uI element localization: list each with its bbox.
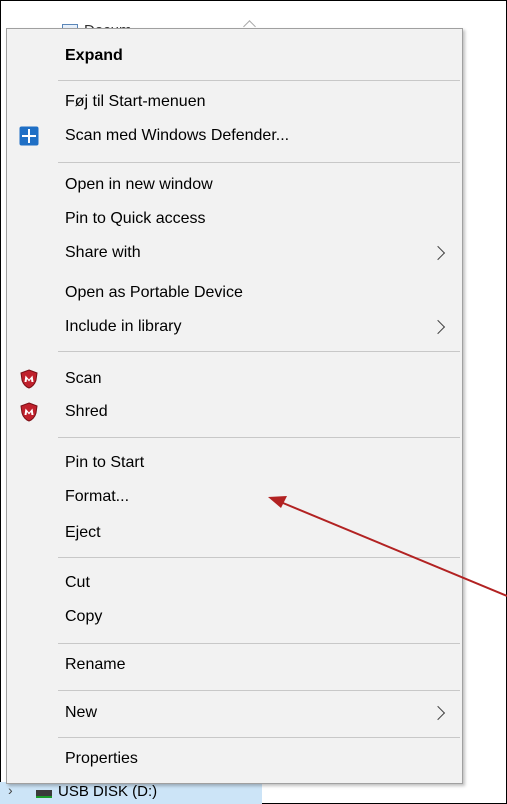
menu-item-copy[interactable]: Copy [8,601,461,635]
menu-item-format[interactable]: Format... [8,481,461,515]
menu-item-scan-defender-label: Scan med Windows Defender... [65,127,290,144]
menu-item-eject[interactable]: Eject [8,517,461,551]
menu-item-rename-label: Rename [65,656,126,673]
menu-item-pin-quick-access[interactable]: Pin to Quick access [8,203,461,237]
submenu-chevron-icon [430,245,446,261]
menu-item-pin-to-start[interactable]: Pin to Start [8,447,461,481]
menu-item-include-library-label: Include in library [65,318,182,335]
menu-item-rename[interactable]: Rename [8,649,461,683]
menu-separator [58,557,460,558]
menu-item-eject-label: Eject [65,524,101,541]
menu-item-scan[interactable]: Scan [8,363,461,397]
menu-item-open-portable[interactable]: Open as Portable Device [8,277,461,311]
menu-item-open-portable-label: Open as Portable Device [65,284,243,301]
menu-separator [58,351,460,352]
menu-item-properties[interactable]: Properties [8,743,461,777]
menu-item-open-new-window[interactable]: Open in new window [8,169,461,203]
menu-item-shred-label: Shred [65,403,108,420]
menu-item-open-new-window-label: Open in new window [65,176,213,193]
menu-item-properties-label: Properties [65,750,138,767]
nav-item-usb-disk[interactable]: › USB DISK (D:) [0,782,262,804]
menu-item-scan-defender[interactable]: Scan med Windows Defender... [8,120,461,154]
menu-item-cut[interactable]: Cut [8,567,461,601]
menu-item-expand[interactable]: Expand [8,40,461,74]
menu-item-new[interactable]: New [8,697,461,731]
usb-drive-icon [36,790,52,798]
menu-item-share-with[interactable]: Share with [8,237,461,271]
menu-item-new-label: New [65,704,98,721]
menu-item-format-label: Format... [65,488,130,505]
nav-item-usb-disk-label: USB DISK (D:) [58,783,158,800]
submenu-chevron-icon [430,705,446,721]
menu-item-copy-label: Copy [65,608,103,625]
menu-separator [58,437,460,438]
menu-item-share-with-label: Share with [65,244,141,261]
mcafee-shield-icon [19,369,39,389]
menu-item-include-library[interactable]: Include in library [8,311,461,345]
menu-item-cut-label: Cut [65,574,90,591]
menu-separator [58,162,460,163]
menu-separator [58,80,460,81]
menu-item-pin-start-menu[interactable]: Føj til Start-menuen [8,86,461,120]
menu-item-scan-label: Scan [65,370,102,387]
menu-item-pin-start-menu-label: Føj til Start-menuen [65,93,206,110]
submenu-chevron-icon [430,319,446,335]
menu-item-expand-label: Expand [65,47,123,64]
chevron-right-icon[interactable]: › [8,782,13,798]
menu-separator [58,690,460,691]
menu-item-pin-to-start-label: Pin to Start [65,454,145,471]
menu-separator [58,737,460,738]
context-menu: Expand Føj til Start-menuen Scan med Win… [6,28,463,784]
windows-defender-shield-icon [19,126,39,146]
menu-item-shred[interactable]: Shred [8,396,461,430]
menu-item-pin-quick-access-label: Pin to Quick access [65,210,206,227]
menu-separator [58,643,460,644]
mcafee-shield-icon [19,402,39,422]
